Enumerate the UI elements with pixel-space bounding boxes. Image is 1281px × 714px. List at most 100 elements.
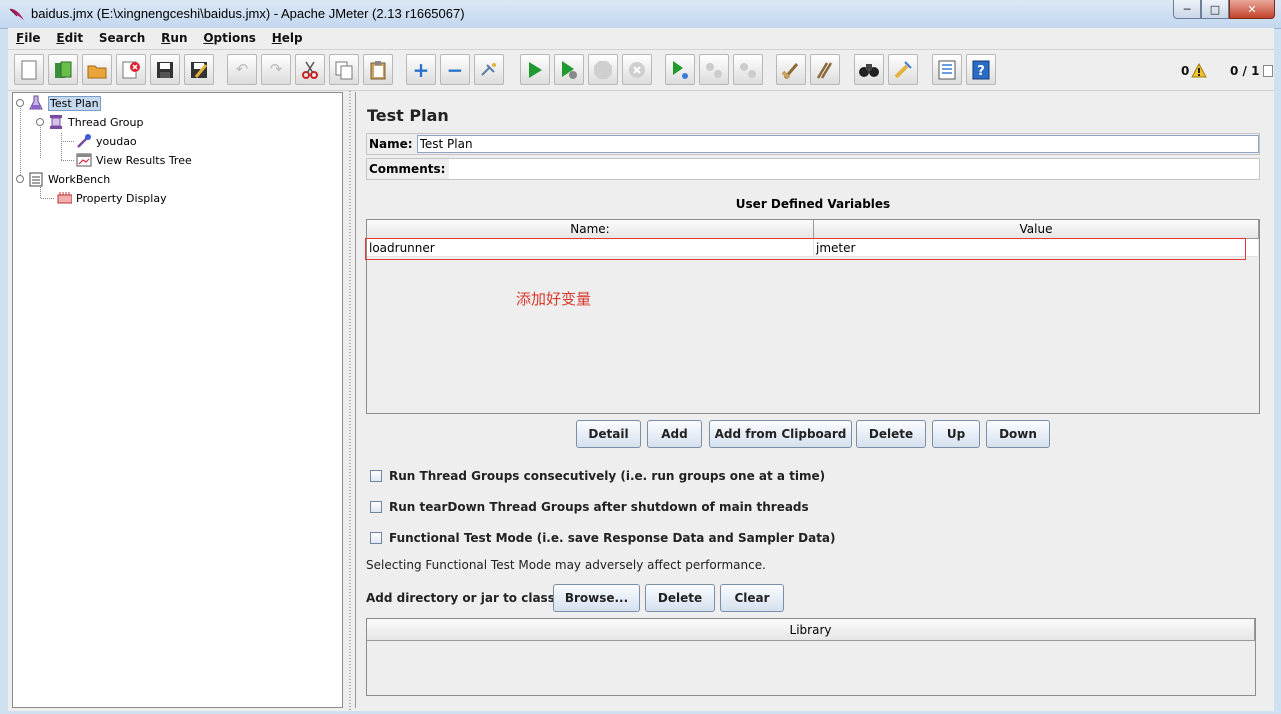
function-helper-icon[interactable]: [932, 54, 962, 85]
save-icon[interactable]: [150, 54, 180, 85]
title-bar: baidus.jmx (E:\xingnengceshi\baidus.jmx)…: [0, 0, 1281, 29]
udv-table-header: Name: Value: [367, 220, 1259, 239]
menu-help[interactable]: Help: [272, 28, 303, 45]
annotation-text: 添加好变量: [516, 290, 592, 308]
tree-expand-handle[interactable]: [16, 99, 24, 107]
tree-label[interactable]: Thread Group: [68, 116, 143, 129]
new-icon[interactable]: [14, 54, 44, 85]
templates-icon[interactable]: [48, 54, 78, 85]
cell-value[interactable]: jmeter: [814, 239, 1259, 257]
save-as-icon[interactable]: [184, 54, 214, 85]
tree-node-sampler[interactable]: youdao: [76, 132, 137, 150]
checkbox-box[interactable]: [370, 532, 382, 544]
thread-count: 0 / 1: [1230, 64, 1260, 78]
tree-node-property-display[interactable]: Property Display: [56, 189, 167, 207]
browse-button[interactable]: Browse...: [553, 584, 640, 612]
close-test-icon[interactable]: [116, 54, 146, 85]
tree-node-view-results-tree[interactable]: View Results Tree: [76, 151, 192, 169]
maximize-icon[interactable]: □: [1201, 0, 1229, 19]
split-pane-divider[interactable]: [346, 91, 354, 711]
column-header-name[interactable]: Name:: [367, 220, 814, 239]
checkbox-box[interactable]: [370, 470, 382, 482]
comments-input[interactable]: [449, 159, 1259, 179]
table-row[interactable]: loadrunner jmeter: [367, 239, 1259, 257]
classpath-clear-button[interactable]: Clear: [720, 584, 784, 612]
functional-mode-checkbox[interactable]: Functional Test Mode (i.e. save Response…: [370, 531, 836, 545]
udv-table: Name: Value loadrunner jmeter: [366, 219, 1260, 414]
expand-icon[interactable]: +: [406, 54, 436, 85]
menu-file[interactable]: File: [16, 28, 41, 45]
search-icon[interactable]: [854, 54, 884, 85]
tree-node-thread-group[interactable]: Thread Group: [36, 113, 143, 131]
column-header-value[interactable]: Value: [814, 220, 1259, 239]
tree-node-workbench[interactable]: WorkBench: [16, 170, 110, 188]
clear-icon[interactable]: [776, 54, 806, 85]
cell-name[interactable]: loadrunner: [367, 239, 814, 257]
down-button[interactable]: Down: [986, 420, 1050, 448]
menu-edit[interactable]: Edit: [56, 28, 83, 45]
menu-run[interactable]: Run: [161, 28, 187, 45]
status-box: [1263, 65, 1273, 77]
tree-label[interactable]: Property Display: [76, 192, 167, 205]
warning-count: 0: [1181, 64, 1190, 78]
detail-button[interactable]: Detail: [576, 420, 641, 448]
close-icon[interactable]: ✕: [1229, 0, 1275, 19]
redo-icon[interactable]: ↷: [261, 54, 291, 85]
name-input[interactable]: [416, 135, 1259, 153]
classpath-delete-button[interactable]: Delete: [645, 584, 715, 612]
test-plan-panel: Test Plan Name: Comments: User Defined V…: [355, 92, 1269, 708]
up-button[interactable]: Up: [932, 420, 980, 448]
tree-expand-handle[interactable]: [36, 118, 44, 126]
name-label: Name:: [369, 137, 413, 151]
help-icon[interactable]: ?: [966, 54, 996, 85]
flask-icon: [28, 95, 44, 111]
tree-label[interactable]: View Results Tree: [96, 154, 192, 167]
teardown-on-shutdown-checkbox[interactable]: Run tearDown Thread Groups after shutdow…: [370, 500, 809, 514]
checkbox-box[interactable]: [370, 501, 382, 513]
delete-button[interactable]: Delete: [856, 420, 926, 448]
stop-icon[interactable]: [588, 54, 618, 85]
tree-expand-handle[interactable]: [16, 175, 24, 183]
window-controls: ─ □ ✕: [1173, 0, 1275, 19]
tree-label[interactable]: Test Plan: [48, 95, 101, 111]
splitter-grip: [349, 91, 351, 711]
serialize-threadgroups-checkbox[interactable]: Run Thread Groups consecutively (i.e. ru…: [370, 469, 825, 483]
tree-node-test-plan[interactable]: Test Plan: [16, 94, 101, 112]
library-table: Library: [366, 618, 1256, 696]
column-header-library[interactable]: Library: [367, 619, 1255, 641]
add-from-clipboard-button[interactable]: Add from Clipboard: [709, 420, 852, 448]
tree-label[interactable]: WorkBench: [48, 173, 110, 186]
remote-start-icon[interactable]: [665, 54, 695, 85]
add-button[interactable]: Add: [647, 420, 702, 448]
toolbar: ↶ ↷ + − ? 0 0 / 1: [8, 50, 1274, 91]
minimize-icon[interactable]: ─: [1173, 0, 1201, 19]
tree-line: [41, 198, 55, 199]
collapse-icon[interactable]: −: [440, 54, 470, 85]
paste-icon[interactable]: [363, 54, 393, 85]
clear-all-icon[interactable]: [810, 54, 840, 85]
tree-label[interactable]: youdao: [96, 135, 137, 148]
cut-icon[interactable]: [295, 54, 325, 85]
menu-options[interactable]: Options: [203, 28, 256, 45]
remote-shutdown-icon[interactable]: [733, 54, 763, 85]
shutdown-icon[interactable]: [622, 54, 652, 85]
start-icon[interactable]: [520, 54, 550, 85]
menu-search[interactable]: Search: [99, 28, 145, 45]
warning-icon[interactable]: [1191, 63, 1207, 78]
udv-title: User Defined Variables: [735, 197, 891, 211]
tree-line: [20, 106, 21, 177]
reset-search-icon[interactable]: [888, 54, 918, 85]
start-no-pause-icon[interactable]: [554, 54, 584, 85]
comments-row: Comments:: [366, 158, 1260, 180]
toggle-icon[interactable]: [474, 54, 504, 85]
copy-icon[interactable]: [329, 54, 359, 85]
comments-label: Comments:: [369, 162, 446, 176]
remote-stop-icon[interactable]: [699, 54, 729, 85]
checkbox-label: Run tearDown Thread Groups after shutdow…: [389, 500, 809, 514]
undo-icon[interactable]: ↶: [227, 54, 257, 85]
tree-line: [61, 160, 75, 161]
pipette-icon: [76, 133, 92, 149]
window-title: baidus.jmx (E:\xingnengceshi\baidus.jmx)…: [31, 6, 465, 21]
open-icon[interactable]: [82, 54, 112, 85]
tree-line: [61, 141, 75, 142]
